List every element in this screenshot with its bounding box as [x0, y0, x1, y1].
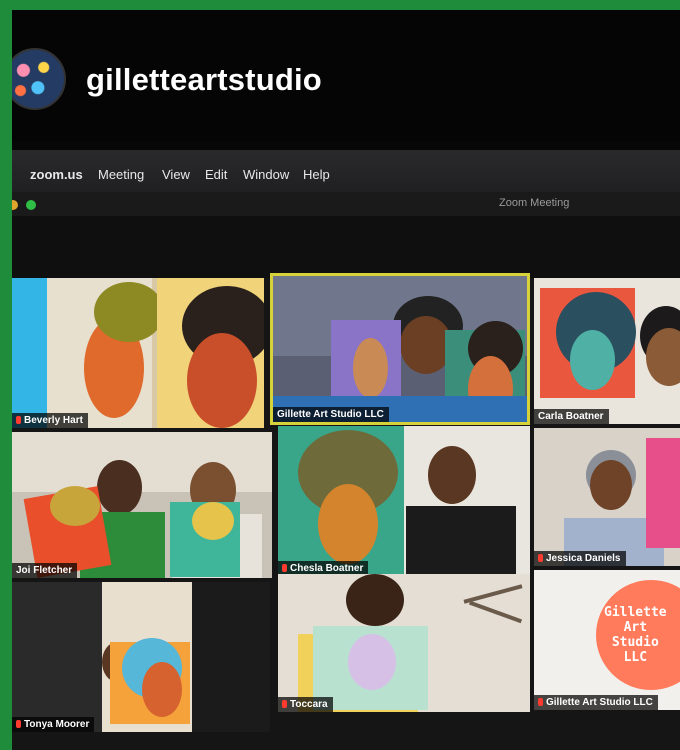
participant-tile[interactable]: Jessica Daniels: [534, 428, 680, 566]
mic-muted-icon: [538, 554, 543, 562]
participant-tile-active-speaker[interactable]: Gillette Art Studio LLC: [273, 276, 527, 422]
minimize-button[interactable]: [12, 200, 18, 210]
photo-frame: gilletteartstudio zoom.us Meeting View E…: [12, 10, 680, 750]
top-bar-area: [12, 216, 680, 278]
participant-name: Gillette Art Studio LLC: [534, 695, 658, 710]
participant-tile[interactable]: Chesla Boatner: [278, 426, 530, 576]
mic-muted-icon: [16, 416, 21, 424]
mic-muted-icon: [538, 698, 543, 706]
participant-name: Jessica Daniels: [534, 551, 626, 566]
menu-help[interactable]: Help: [303, 167, 330, 182]
participant-tile[interactable]: Toccara: [278, 574, 530, 712]
instagram-header: gilletteartstudio: [12, 10, 680, 142]
participant-name: Joi Fletcher: [12, 563, 78, 578]
participant-tile[interactable]: Gillette Art Studio LLC Gillette Art Stu…: [534, 570, 680, 710]
participant-name: Tonya Moorer: [12, 717, 95, 732]
menu-edit[interactable]: Edit: [205, 167, 227, 182]
menu-window[interactable]: Window: [243, 167, 289, 182]
participant-name: Toccara: [278, 697, 333, 712]
studio-logo: Gillette Art Studio LLC: [596, 580, 680, 690]
mac-menubar: zoom.us Meeting View Edit Window Help: [12, 150, 680, 193]
mic-muted-icon: [16, 720, 21, 728]
participant-name: Gillette Art Studio LLC: [273, 407, 389, 422]
participant-name: Beverly Hart: [12, 413, 88, 428]
menu-view[interactable]: View: [162, 167, 190, 182]
zoom-window-button[interactable]: [26, 200, 36, 210]
menu-meeting[interactable]: Meeting: [98, 167, 144, 182]
participant-tile[interactable]: Tonya Moorer: [12, 582, 270, 732]
participant-tile[interactable]: Beverly Hart: [12, 278, 264, 428]
zoom-screen: zoom.us Meeting View Edit Window Help Zo…: [12, 150, 680, 750]
profile-avatar[interactable]: [12, 48, 66, 110]
participant-tile[interactable]: Carla Boatner: [534, 278, 680, 424]
profile-username[interactable]: gilletteartstudio: [86, 62, 322, 98]
menu-zoom-us[interactable]: zoom.us: [30, 167, 83, 182]
mic-muted-icon: [282, 564, 287, 572]
window-title: Zoom Meeting: [499, 197, 570, 209]
mic-muted-icon: [282, 700, 287, 708]
participant-tile[interactable]: Joi Fletcher: [12, 432, 272, 578]
participant-name: Carla Boatner: [534, 409, 609, 424]
window-titlebar: Zoom Meeting: [12, 192, 680, 216]
